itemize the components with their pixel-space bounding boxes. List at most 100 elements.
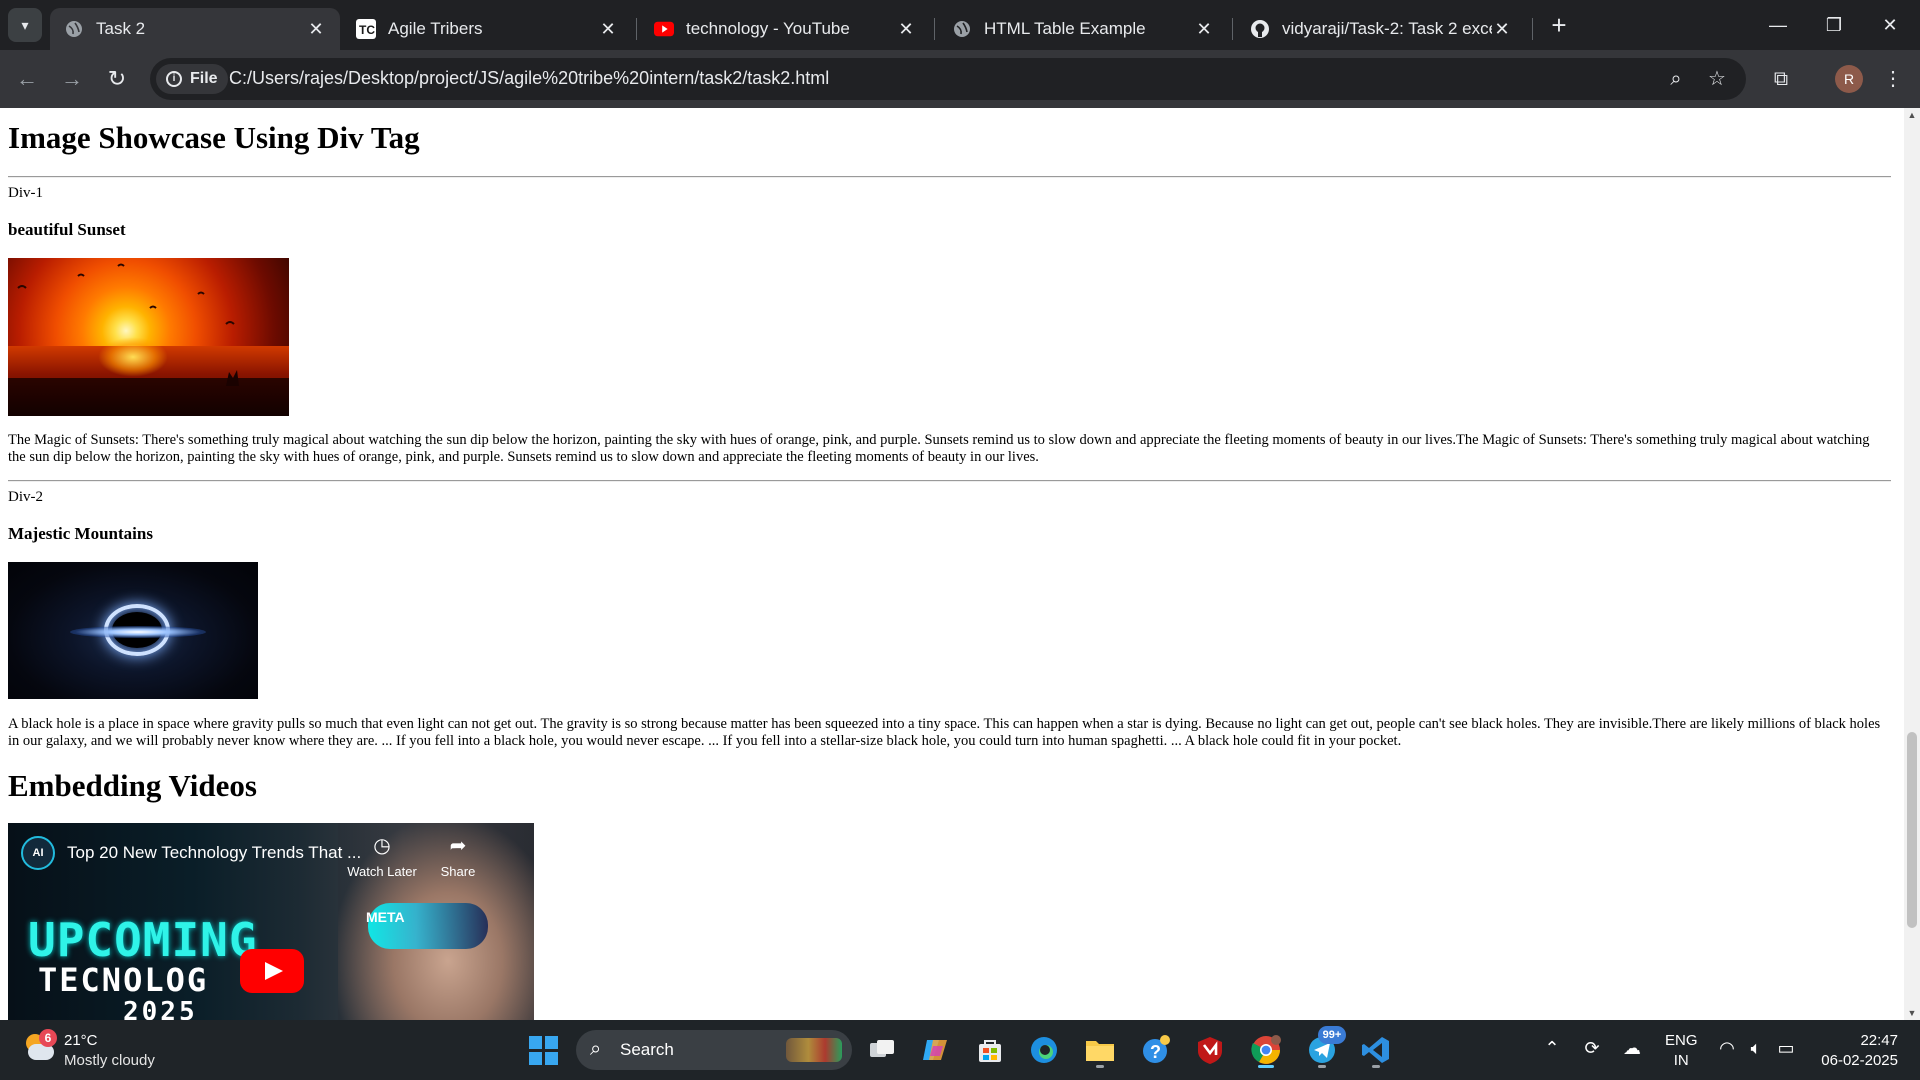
divider xyxy=(8,176,1891,178)
volume-icon[interactable]: 🔈︎ xyxy=(1744,1038,1768,1059)
minimize-button[interactable]: — xyxy=(1750,0,1806,50)
reload-icon: ↻ xyxy=(107,66,127,91)
browser-toolbar: ← → ↻ i File C:/Users/rajes/Desktop/proj… xyxy=(0,50,1920,108)
tab-title: Agile Tribers xyxy=(388,19,483,38)
watch-later-label: Watch Later xyxy=(347,864,417,879)
div1-paragraph: The Magic of Sunsets: There's something … xyxy=(8,432,1870,465)
copilot-button[interactable] xyxy=(916,1030,956,1070)
shield-icon xyxy=(1198,1037,1222,1064)
running-indicator xyxy=(1318,1065,1326,1068)
profile-avatar[interactable]: R xyxy=(1835,65,1863,93)
store-bag-icon xyxy=(979,1040,1001,1062)
browser-tab-strip: ▾ Task 2 ✕ TC Agile Tribers ✕ technology… xyxy=(0,0,1920,50)
close-icon[interactable]: ✕ xyxy=(896,19,916,40)
tab-title: HTML Table Example xyxy=(984,19,1146,38)
forward-button[interactable]: → xyxy=(57,64,87,94)
thumbnail-badge: META xyxy=(366,909,405,925)
tab-title: vidyaraji/Task-2: Task 2 excercis xyxy=(1282,19,1492,38)
input-language-indicator[interactable]: ENG IN xyxy=(1665,1031,1698,1071)
div2-title: Majestic Mountains xyxy=(8,524,153,543)
thumbnail-text-line2: TECNOLOG xyxy=(38,961,209,999)
scroll-up-arrow-icon[interactable]: ▲ xyxy=(1904,110,1920,120)
page-viewport: Image Showcase Using Div Tag Div-1 beaut… xyxy=(0,108,1904,1020)
github-icon xyxy=(1250,19,1270,39)
share-button[interactable]: ➦ Share xyxy=(418,833,498,879)
sync-icon[interactable]: ⟳ xyxy=(1580,1038,1604,1059)
search-label: Search xyxy=(620,1040,674,1059)
close-icon[interactable]: ✕ xyxy=(1492,19,1512,40)
tab-github[interactable]: vidyaraji/Task-2: Task 2 excercis ✕ xyxy=(1236,8,1526,50)
channel-logo[interactable]: AI xyxy=(21,836,55,870)
edge-icon xyxy=(1031,1037,1057,1063)
heading-embedding-videos: Embedding Videos xyxy=(8,768,257,803)
tc-logo-icon: TC xyxy=(356,19,376,39)
copilot-icon xyxy=(923,1040,947,1060)
chrome-button[interactable] xyxy=(1246,1030,1286,1070)
task-view-button[interactable] xyxy=(862,1030,902,1070)
tab-separator xyxy=(934,18,935,40)
video-title[interactable]: Top 20 New Technology Trends That ... xyxy=(67,843,361,863)
chevron-up-icon[interactable]: ⌃ xyxy=(1540,1038,1564,1059)
address-bar[interactable]: i File C:/Users/rajes/Desktop/project/JS… xyxy=(150,58,1746,100)
div1-label: Div-1 xyxy=(8,185,43,201)
close-icon[interactable]: ✕ xyxy=(1194,19,1214,40)
windows-logo-icon xyxy=(528,1035,558,1065)
minimize-icon: — xyxy=(1769,14,1787,35)
site-info-chip[interactable]: i File xyxy=(156,64,228,94)
start-button[interactable] xyxy=(523,1030,563,1070)
close-icon[interactable]: ✕ xyxy=(598,19,618,40)
url-text[interactable]: C:/Users/rajes/Desktop/project/JS/agile%… xyxy=(229,68,829,89)
system-clock[interactable]: 22:47 06-02-2025 xyxy=(1812,1031,1898,1071)
share-label: Share xyxy=(440,864,476,879)
tab-youtube[interactable]: technology - YouTube ✕ xyxy=(640,8,930,50)
vscode-button[interactable] xyxy=(1356,1030,1396,1070)
weather-condition[interactable]: Mostly cloudy xyxy=(64,1052,155,1069)
tab-task2[interactable]: Task 2 ✕ xyxy=(50,8,340,50)
globe-icon xyxy=(952,19,972,39)
chrome-icon xyxy=(1251,1035,1281,1064)
restore-button[interactable]: ❐ xyxy=(1806,0,1862,50)
scrollbar-thumb[interactable] xyxy=(1907,732,1917,928)
restore-icon: ❐ xyxy=(1825,14,1843,35)
page-scrollbar[interactable]: ▲ ▼ xyxy=(1904,108,1920,1020)
search-highlight-image xyxy=(786,1038,842,1062)
active-indicator xyxy=(1258,1065,1274,1068)
kebab-menu-icon[interactable]: ⋮ xyxy=(1878,64,1908,94)
youtube-play-button[interactable] xyxy=(240,949,304,993)
mcafee-button[interactable] xyxy=(1190,1030,1230,1070)
close-window-button[interactable]: ✕ xyxy=(1862,0,1918,50)
task-view-icon xyxy=(870,1040,894,1057)
tab-separator xyxy=(1532,18,1533,40)
close-icon[interactable]: ✕ xyxy=(306,19,326,40)
tab-title: technology - YouTube xyxy=(686,19,850,38)
weather-temperature[interactable]: 21°C xyxy=(64,1032,98,1049)
tab-html-table-example[interactable]: HTML Table Example ✕ xyxy=(938,8,1228,50)
wifi-icon[interactable]: ◠ xyxy=(1715,1038,1739,1059)
new-tab-button[interactable]: + xyxy=(1544,10,1574,40)
taskbar-search[interactable]: ⌕ Search xyxy=(576,1030,852,1070)
scroll-down-arrow-icon[interactable]: ▼ xyxy=(1904,1008,1920,1018)
battery-icon[interactable]: ▭ xyxy=(1774,1038,1798,1059)
reload-button[interactable]: ↻ xyxy=(102,64,132,94)
extensions-puzzle-icon[interactable]: ⧉ xyxy=(1766,64,1796,94)
microsoft-store-button[interactable] xyxy=(970,1030,1010,1070)
running-indicator xyxy=(1372,1065,1380,1068)
clock-time: 22:47 xyxy=(1860,1032,1898,1049)
edge-button[interactable] xyxy=(1024,1030,1064,1070)
back-button[interactable]: ← xyxy=(12,64,42,94)
chevron-down-icon: ▾ xyxy=(21,16,29,33)
zoom-icon[interactable]: ⌕ xyxy=(1663,66,1689,92)
bookmark-star-icon[interactable]: ☆ xyxy=(1704,66,1730,92)
sunset-image xyxy=(8,258,289,416)
watch-later-button[interactable]: ◷ Watch Later xyxy=(342,833,422,879)
onedrive-cloud-icon[interactable]: ☁ xyxy=(1620,1038,1644,1059)
file-explorer-button[interactable] xyxy=(1080,1030,1120,1070)
help-question-icon: ? xyxy=(1143,1035,1170,1063)
tab-search-button[interactable]: ▾ xyxy=(8,8,42,42)
embedded-youtube-video[interactable]: AI Top 20 New Technology Trends That ...… xyxy=(8,823,534,1020)
tab-agile-tribers[interactable]: TC Agile Tribers ✕ xyxy=(342,8,632,50)
help-app-button[interactable]: ? xyxy=(1136,1030,1176,1070)
telegram-button[interactable]: 99+ xyxy=(1302,1026,1346,1070)
search-icon: ⌕ xyxy=(590,1038,602,1060)
share-arrow-icon: ➦ xyxy=(449,835,467,857)
